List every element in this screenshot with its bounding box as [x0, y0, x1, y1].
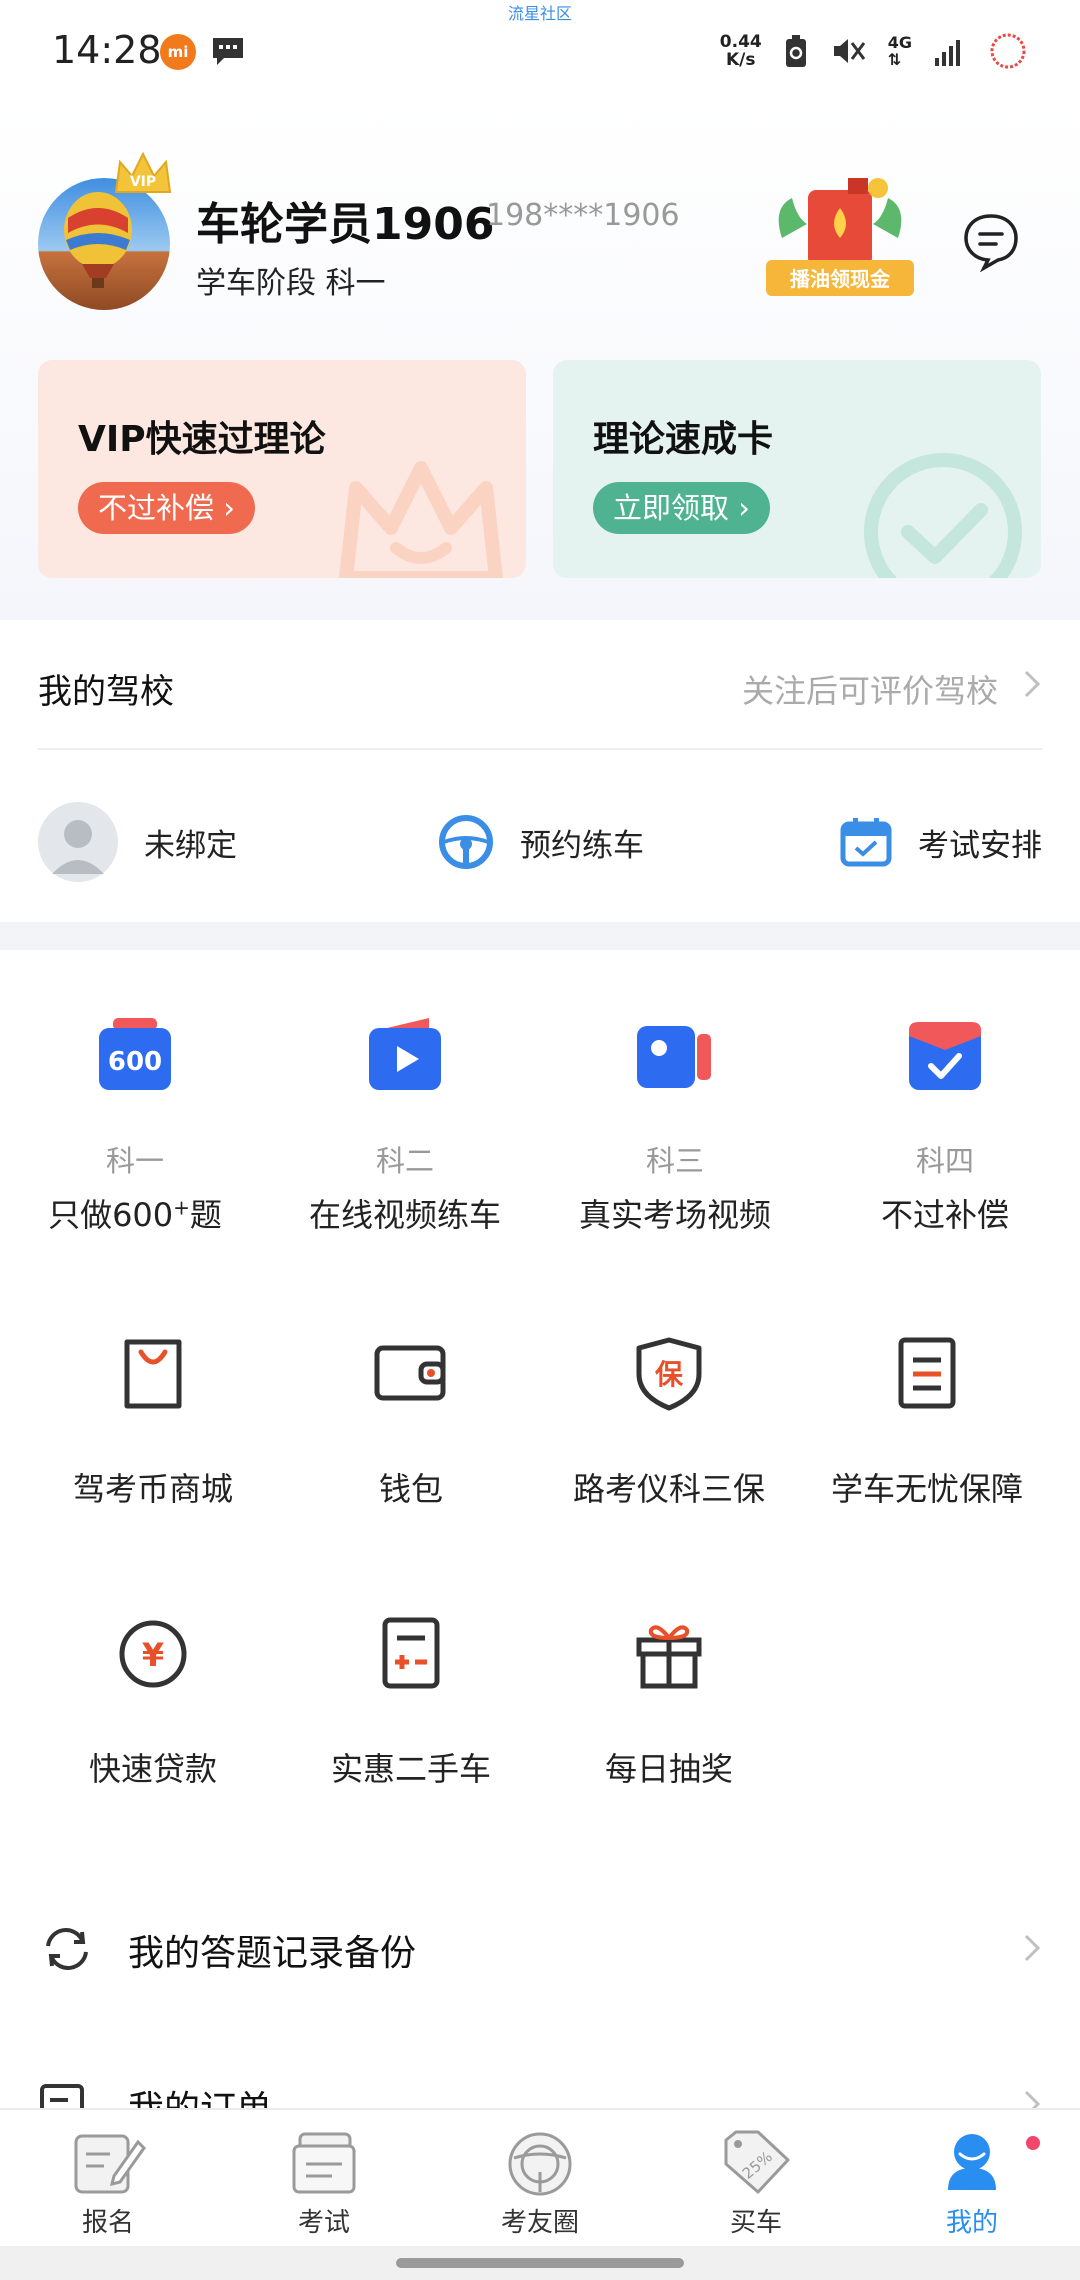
check-circle-decoration-icon [864, 453, 1022, 578]
section-divider [0, 922, 1080, 950]
gift-icon [636, 1625, 702, 1689]
card-title: 理论速成卡 [593, 419, 774, 460]
system-navigation-bar [0, 2246, 1080, 2280]
wallet-icon [374, 1345, 446, 1401]
subject-four-item[interactable]: 科四 不过补偿 [810, 1010, 1080, 1240]
claim-now-button[interactable]: 立即领取 › [593, 482, 770, 534]
envelope-check-icon [909, 1022, 981, 1090]
notification-dot [1026, 2136, 1040, 2150]
status-top-text: 流星社区 [507, 4, 572, 23]
school-title: 我的驾校 [38, 672, 174, 712]
tab-buy-car[interactable]: 25% 买车 [648, 2110, 864, 2248]
my-orders-row[interactable]: 我的订单 [38, 2062, 1042, 2108]
person-avatar-icon [38, 802, 118, 882]
shield-icon: 保 [636, 1337, 702, 1411]
calendar-icon [840, 818, 892, 867]
coin-mall-item[interactable]: 驾考币商城 [18, 1330, 288, 1510]
learning-stage[interactable]: 学车阶段 科一 [196, 258, 386, 302]
daily-lottery-item[interactable]: 每日抽奖 [534, 1610, 804, 1790]
sync-icon [46, 1928, 88, 1970]
quick-loan-item[interactable]: ¥ 快速贷款 [18, 1610, 288, 1790]
school-quick-actions: 未绑定 预约练车 考试安排 [38, 800, 1042, 884]
crown-decoration-icon [339, 461, 503, 578]
school-hint: 关注后可评价驾校 [741, 672, 998, 710]
network-type: 4G ⇅ [887, 33, 912, 69]
promo-badge-fuel-cash[interactable]: 播油领现金 [752, 168, 928, 308]
vip-crown-icon: VIP [114, 151, 172, 193]
user-phone: 198****1906 [486, 198, 680, 233]
status-time: 14:28 [52, 28, 162, 72]
battery-saver-icon [785, 35, 806, 67]
tab-signup[interactable]: 报名 [0, 2110, 216, 2248]
subject-one-item[interactable]: 600 科一 只做600+题 [0, 1010, 270, 1240]
bind-school-button[interactable]: 未绑定 [38, 800, 237, 884]
road-test-insurance-item[interactable]: 保 路考仪科三保 [534, 1330, 804, 1510]
mi-app-icon: mi [160, 34, 196, 70]
user-icon [948, 2134, 996, 2190]
divider [38, 748, 1042, 750]
card-title: VIP快速过理论 [78, 419, 326, 460]
chevron-right-icon [1024, 2090, 1041, 2108]
status-bar: 流星社区 14:28 mi 0.44 K/s 4G ⇅ [0, 0, 1080, 100]
battery-ring-icon [990, 33, 1026, 69]
subject-three-item[interactable]: 科三 真实考场视频 [540, 1010, 810, 1240]
price-tag-icon: 25% [724, 2130, 790, 2194]
question-bank-600-icon: 600 [99, 1018, 171, 1090]
yuan-coin-icon: ¥ [119, 1620, 187, 1688]
tab-community[interactable]: 考友圈 [432, 2110, 648, 2248]
chevron-right-icon [1024, 670, 1041, 698]
tab-exam[interactable]: 考试 [216, 2110, 432, 2248]
used-car-item[interactable]: 实惠二手车 [276, 1610, 546, 1790]
my-driving-school-row[interactable]: 我的驾校 关注后可评价驾校 [38, 652, 1042, 716]
order-icon [40, 2084, 84, 2108]
no-pass-compensation-button[interactable]: 不过补偿 › [78, 482, 255, 534]
answer-record-backup-row[interactable]: 我的答题记录备份 [38, 1906, 1042, 1986]
tab-mine[interactable]: 我的 [864, 2110, 1080, 2248]
wallet-item[interactable]: 钱包 [276, 1330, 546, 1510]
message-notification-icon [213, 38, 243, 65]
shopping-bag-icon [124, 1339, 182, 1409]
subject-two-item[interactable]: 科二 在线视频练车 [270, 1010, 540, 1240]
bottom-tab-bar: 报名 考试 考友圈 25% 买车 我的 [0, 2108, 1080, 2246]
video-play-icon [369, 1018, 441, 1090]
steering-wheel-icon [439, 815, 493, 869]
svg-text:600: 600 [108, 1047, 162, 1077]
user-name: 车轮学员1906 [196, 199, 495, 250]
svg-text:播油领现金: 播油领现金 [790, 267, 891, 291]
calculator-icon [382, 1617, 440, 1689]
exam-schedule-button[interactable]: 考试安排 [840, 800, 1042, 884]
svg-text:保: 保 [655, 1358, 684, 1391]
signal-icon [935, 40, 960, 66]
video-camera-icon [637, 1026, 711, 1088]
network-speed: 0.44 K/s [719, 32, 762, 70]
theory-crash-card[interactable]: 理论速成卡 立即领取 › [553, 360, 1041, 578]
home-gesture-handle[interactable] [396, 2258, 684, 2268]
svg-text:¥: ¥ [142, 1636, 164, 1674]
fuel-can-icon: 播油领现金 [766, 178, 914, 296]
status-indicators: 0.44 K/s 4G ⇅ [720, 28, 1028, 74]
exam-icon [292, 2132, 356, 2194]
steering-wheel-icon [508, 2132, 572, 2196]
vip-theory-card[interactable]: VIP快速过理论 不过补偿 › [38, 360, 526, 578]
learning-guarantee-item[interactable]: 学车无忧保障 [792, 1330, 1062, 1510]
mute-vibrate-icon [833, 39, 865, 63]
chevron-right-icon [1024, 1934, 1041, 1962]
book-practice-button[interactable]: 预约练车 [438, 800, 644, 884]
message-center-icon[interactable] [960, 210, 1022, 272]
signup-icon [74, 2134, 146, 2194]
svg-text:VIP: VIP [130, 174, 156, 190]
document-icon [898, 1337, 956, 1409]
